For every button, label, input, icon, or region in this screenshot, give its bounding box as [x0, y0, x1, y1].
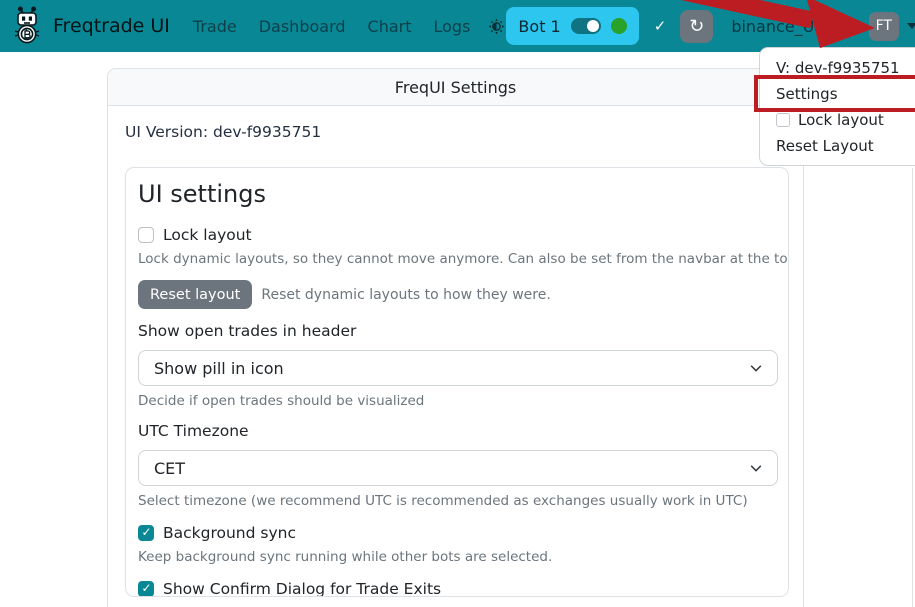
background-sync-description: Keep background sync running while other… [138, 549, 776, 565]
lock-layout-row: Lock layout [138, 226, 776, 244]
settings-card-body: UI Version: dev-f9935751 UI settings Loc… [108, 106, 803, 607]
nav-link-dashboard[interactable]: Dashboard [248, 17, 357, 36]
open-trades-select[interactable]: Show pill in icon [138, 350, 778, 386]
timezone-description: Select timezone (we recommend UTC is rec… [138, 493, 776, 509]
reset-layout-description: Reset dynamic layouts to how they were. [261, 287, 550, 303]
settings-card: FreqUI Settings UI Version: dev-f9935751… [107, 68, 804, 607]
nav-link-chart[interactable]: Chart [357, 17, 423, 36]
nav-links: Trade Dashboard Chart Logs [182, 17, 482, 36]
background-sync-row: Background sync [138, 524, 776, 542]
user-menu-button[interactable]: FT [869, 12, 899, 41]
background-sync-checkbox[interactable] [138, 525, 154, 541]
brand-title: Freqtrade UI [53, 15, 170, 37]
lock-layout-description: Lock dynamic layouts, so they cannot mov… [138, 251, 776, 267]
chevron-down-icon [749, 361, 763, 375]
freqtrade-robot-logo-icon [10, 4, 44, 48]
settings-card-header: FreqUI Settings [108, 69, 803, 106]
lock-layout-menu-checkbox[interactable] [776, 113, 790, 127]
background-sync-label[interactable]: Background sync [163, 524, 296, 542]
check-icon: ✓ [654, 17, 667, 35]
chevron-down-icon [749, 461, 763, 475]
open-trades-selected-value: Show pill in icon [154, 359, 284, 378]
confirm-dialog-row: Show Confirm Dialog for Trade Exits [138, 580, 776, 597]
reset-layout-button[interactable]: Reset layout [138, 280, 252, 309]
ui-version-text: UI Version: dev-f9935751 [125, 123, 786, 141]
lock-layout-checkbox[interactable] [138, 227, 154, 243]
menu-item-version[interactable]: V: dev-f9935751 [760, 55, 915, 81]
menu-item-settings[interactable]: Settings [760, 81, 915, 107]
menu-item-reset-layout[interactable]: Reset Layout [760, 133, 915, 159]
ui-settings-section: UI settings Lock layout Lock dynamic lay… [125, 167, 789, 597]
timezone-label: UTC Timezone [138, 422, 776, 440]
bot-online-dot [611, 18, 627, 34]
open-trades-description: Decide if open trades should be visualiz… [138, 393, 776, 409]
user-dropdown-menu: V: dev-f9935751 Settings Lock layout Res… [759, 47, 915, 166]
settings-card-title: FreqUI Settings [395, 78, 516, 97]
nav-link-trade[interactable]: Trade [182, 17, 248, 36]
timezone-select[interactable]: CET [138, 450, 778, 486]
brand[interactable]: Freqtrade UI [10, 4, 170, 48]
freqtrade-ui-page: Freqtrade UI Trade Dashboard Chart Logs … [0, 0, 915, 607]
top-navbar: Freqtrade UI Trade Dashboard Chart Logs … [0, 0, 915, 52]
active-bot-name: binance_USDT1 [731, 17, 856, 36]
navbar-right-group: Bot 1 ✓ ↻ binance_USDT1 FT [506, 7, 915, 45]
theme-light-dark-icon[interactable] [487, 17, 506, 36]
menu-item-lock-layout[interactable]: Lock layout [760, 107, 915, 133]
bot-toggle-switch[interactable] [571, 18, 601, 34]
confirm-dialog-label[interactable]: Show Confirm Dialog for Trade Exits [163, 580, 441, 597]
bot-badge-label: Bot 1 [518, 17, 560, 36]
confirm-dialog-checkbox[interactable] [138, 581, 154, 597]
reset-layout-row: Reset layout Reset dynamic layouts to ho… [138, 280, 776, 309]
bot-selector-badge[interactable]: Bot 1 [506, 7, 638, 45]
open-trades-label: Show open trades in header [138, 322, 776, 340]
reload-icon: ↻ [689, 16, 704, 37]
adjacent-panel-edge [912, 168, 913, 607]
section-heading: UI settings [138, 180, 776, 208]
toggle-knob [587, 20, 599, 32]
timezone-selected-value: CET [154, 459, 185, 478]
nav-link-logs[interactable]: Logs [423, 17, 482, 36]
chevron-down-icon[interactable] [907, 23, 915, 29]
reload-button[interactable]: ↻ [680, 10, 713, 43]
lock-layout-menu-label: Lock layout [798, 111, 884, 129]
lock-layout-label[interactable]: Lock layout [163, 226, 252, 244]
